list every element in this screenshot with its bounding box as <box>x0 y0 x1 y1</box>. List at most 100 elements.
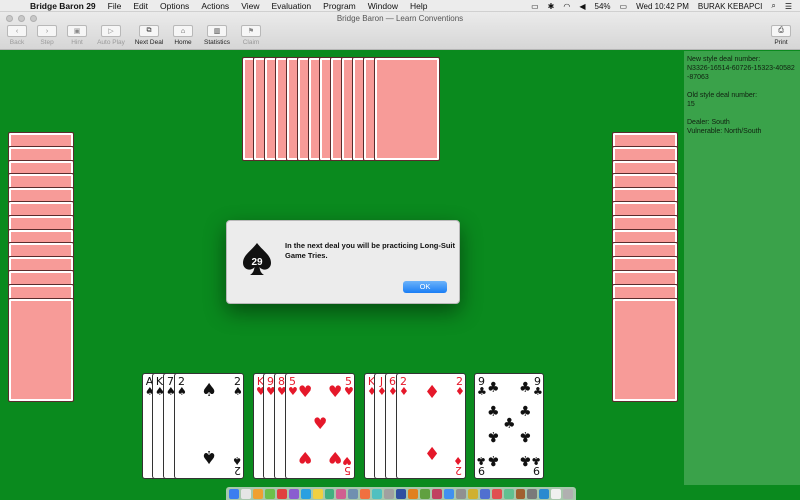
next-deal-button[interactable]: ⧉ Next Deal <box>132 25 166 46</box>
battery-percent[interactable]: 54% <box>595 2 611 11</box>
status-area: ▭ ✱ ◠ ◀ 54% ▭ Wed 10:42 PM BURAK KEBAPCI… <box>531 0 792 12</box>
diamond-pip: ♦ <box>424 382 441 403</box>
heart-pip: ♥ <box>298 448 313 467</box>
dock-app-icon[interactable] <box>312 488 323 499</box>
dock-app-icon[interactable] <box>563 488 574 499</box>
back-button[interactable]: ‹ Back <box>4 25 30 46</box>
dock-app-icon[interactable] <box>240 488 251 499</box>
dock-app-icon[interactable] <box>527 488 538 499</box>
dock-app-icon[interactable] <box>396 488 407 499</box>
bar-chart-icon: ▥ <box>207 25 227 37</box>
dock-app-icon[interactable] <box>420 488 430 499</box>
menu-edit[interactable]: Edit <box>133 1 148 11</box>
dock-app-icon[interactable] <box>360 488 371 499</box>
menu-view[interactable]: View <box>241 1 259 11</box>
diamond-pip: ♦ <box>424 444 441 465</box>
dock-app-icon[interactable] <box>479 488 490 499</box>
east-card-back <box>612 297 678 402</box>
hint-button[interactable]: ▣ Hint <box>64 25 90 46</box>
heart-pip: ♥ <box>298 382 313 401</box>
spade-logo-icon: 29 <box>243 243 271 275</box>
menu-window[interactable]: Window <box>368 1 398 11</box>
heart-pip: ♥ <box>313 414 328 433</box>
battery-icon[interactable]: ▭ <box>620 2 628 11</box>
club-pip: ♣ <box>487 428 500 444</box>
dock-app-icon[interactable] <box>252 488 263 499</box>
dock-app-icon[interactable] <box>264 488 275 499</box>
play-icon: ▷ <box>101 25 121 37</box>
card-diamond-2[interactable]: 2 ♦ 2 ♦ 2 ♦ ♦ ♦ <box>396 373 466 479</box>
dock-app-icon[interactable] <box>348 488 359 499</box>
heart-pip: ♥ <box>328 382 343 401</box>
auto-play-button[interactable]: ▷ Auto Play <box>94 25 128 46</box>
dock-app-icon[interactable] <box>336 488 347 499</box>
dock-app-icon[interactable] <box>431 488 442 499</box>
club-pip: ♣ <box>519 380 532 396</box>
dock-app-icon[interactable] <box>515 488 526 499</box>
club-pip: ♣ <box>519 452 532 468</box>
wifi-icon[interactable]: ◠ <box>563 2 570 11</box>
bluetooth-icon[interactable]: ✱ <box>548 2 555 11</box>
heart-pip: ♥ <box>328 448 343 467</box>
convention-dialog: 29 In the next deal you will be practici… <box>226 220 460 304</box>
hint-icon: ▣ <box>67 25 87 37</box>
spade-pip: ♠ <box>201 446 218 467</box>
airplay-icon[interactable]: ▭ <box>531 2 539 11</box>
claim-button[interactable]: ⚑ Claim <box>238 25 264 46</box>
dock-app-icon[interactable] <box>300 488 311 499</box>
printer-icon: ⎙ <box>771 25 791 37</box>
window-title: Bridge Baron — Learn Conventions <box>336 14 464 23</box>
print-button[interactable]: ⎙ Print <box>768 25 794 46</box>
statistics-button[interactable]: ▥ Statistics <box>200 25 234 46</box>
menu-help[interactable]: Help <box>410 1 427 11</box>
club-pip: ♣ <box>519 404 532 420</box>
dealer-text: Dealer: South <box>687 119 730 126</box>
menu-list-icon[interactable]: ☰ <box>785 2 792 11</box>
user-name[interactable]: BURAK KEBAPCI <box>698 2 762 11</box>
dock-app-icon[interactable] <box>539 488 550 499</box>
menu-program[interactable]: Program <box>323 1 356 11</box>
card-club-9[interactable]: 9 ♣ 9 ♣ 9 ♣ 9 ♣ ♣ ♣ ♣ ♣ ♣ ♣ ♣ ♣ ♣ <box>474 373 544 479</box>
dock-app-icon[interactable] <box>408 488 418 499</box>
club-pip: ♣ <box>519 428 532 444</box>
menu-app-name[interactable]: Bridge Baron 29 <box>30 1 96 11</box>
clock[interactable]: Wed 10:42 PM <box>636 2 689 11</box>
home-button[interactable]: ⌂ Home <box>170 25 196 46</box>
vulnerable-text: Vulnerable: North/South <box>687 128 762 135</box>
menu-file[interactable]: File <box>108 1 122 11</box>
chevron-left-icon: ‹ <box>7 25 27 37</box>
flag-icon: ⚑ <box>241 25 261 37</box>
menu-actions[interactable]: Actions <box>201 1 229 11</box>
home-icon: ⌂ <box>173 25 193 37</box>
dock-app-icon[interactable] <box>324 488 335 499</box>
menu-evaluation[interactable]: Evaluation <box>271 1 311 11</box>
club-pip: ♣ <box>487 404 500 420</box>
search-icon[interactable]: ⌕ <box>771 1 775 11</box>
dock-app-icon[interactable] <box>372 488 383 499</box>
dock-app-icon[interactable] <box>491 488 502 499</box>
ok-button[interactable]: OK <box>403 281 447 293</box>
step-button[interactable]: › Step <box>34 25 60 46</box>
volume-icon[interactable]: ◀ <box>579 2 585 11</box>
dock-app-icon[interactable] <box>229 488 239 499</box>
new-style-label: New style deal number: <box>687 56 761 63</box>
dock-app-icon[interactable] <box>467 488 478 499</box>
dock-app-icon[interactable] <box>455 488 466 499</box>
dock-app-icon[interactable] <box>384 488 395 499</box>
dock-app-icon[interactable] <box>276 488 287 499</box>
dock-app-icon[interactable] <box>288 488 299 499</box>
old-style-value: 15 <box>687 101 695 108</box>
new-style-value: N3326-16514-60726-15323-40582-87063 <box>687 65 795 81</box>
dock-app-icon[interactable] <box>551 488 562 499</box>
dock-app-icon[interactable] <box>503 488 514 499</box>
club-pip: ♣ <box>503 416 516 432</box>
card-spade-2[interactable]: 2 ♠ 2 ♠ 2 ♠ ♠ ♠ <box>174 373 244 479</box>
card-heart-5[interactable]: 5 ♥ 5 ♥ 5 ♥ ♥ ♥ ♥ ♥ ♥ <box>285 373 355 479</box>
menu-options[interactable]: Options <box>160 1 189 11</box>
deal-info-panel: New style deal number: N3326-16514-60726… <box>684 51 800 485</box>
dock-app-icon[interactable] <box>443 488 454 499</box>
next-deal-icon: ⧉ <box>139 25 159 37</box>
old-style-label: Old style deal number: <box>687 92 758 99</box>
north-card-back <box>374 57 440 161</box>
dock <box>226 487 576 500</box>
